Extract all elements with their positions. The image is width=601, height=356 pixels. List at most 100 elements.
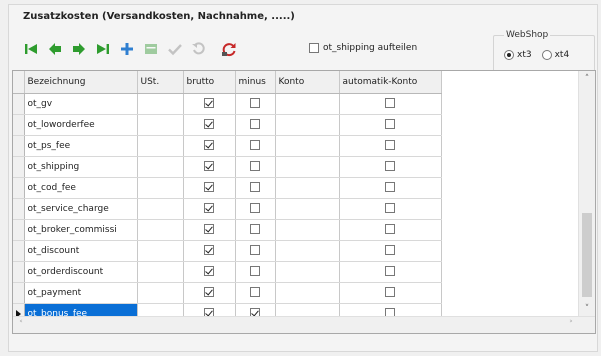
row-indicator[interactable] [13,219,25,241]
cell-bezeichnung[interactable]: ot_service_charge [24,198,138,220]
scroll-left-icon[interactable]: ˂ [13,317,29,333]
automatik-konto-checkbox[interactable] [385,140,395,151]
confirm-button[interactable] [163,37,187,61]
webshop-option-xt3[interactable]: xt3 [504,50,532,60]
table-row[interactable]: ot_payment [13,282,442,304]
column-header-minus[interactable]: minus [235,71,276,94]
refresh-button[interactable] [217,37,241,61]
radio-xt4[interactable] [541,50,552,60]
cell-ust[interactable] [137,135,184,157]
radio-xt3[interactable] [504,50,514,60]
first-record-button[interactable] [19,37,43,61]
cell-bezeichnung[interactable]: ot_gv [24,93,138,115]
cell-bezeichnung[interactable]: ot_loworderfee [24,114,138,136]
table-row[interactable]: ot_ps_fee [13,135,442,157]
brutto-checkbox[interactable] [204,245,214,256]
cell-ust[interactable] [137,93,184,115]
cell-ust[interactable] [137,156,184,178]
last-record-button[interactable] [91,37,115,61]
minus-checkbox[interactable] [250,140,260,151]
minus-checkbox[interactable] [250,245,260,256]
automatik-konto-checkbox[interactable] [385,266,395,277]
minus-checkbox[interactable] [250,224,260,235]
cell-konto[interactable] [275,282,340,304]
cell-bezeichnung[interactable]: ot_shipping [24,156,138,178]
column-header-bezeichnung[interactable]: Bezeichnung [24,71,138,94]
minus-checkbox[interactable] [250,119,260,130]
minus-checkbox[interactable] [250,98,260,109]
scroll-right-icon[interactable]: ˃ [563,317,579,333]
table-row[interactable]: ot_discount [13,240,442,262]
cell-ust[interactable] [137,240,184,262]
webshop-option-xt4[interactable]: xt4 [541,50,569,60]
table-row[interactable]: ot_loworderfee [13,114,442,136]
column-header-konto[interactable]: Konto [275,71,340,94]
costs-grid[interactable]: Bezeichnung USt. brutto minus Konto auto… [12,70,596,334]
cell-ust[interactable] [137,198,184,220]
automatik-konto-checkbox[interactable] [385,119,395,130]
cell-bezeichnung[interactable]: ot_cod_fee [24,177,138,199]
cell-bezeichnung[interactable]: ot_ps_fee [24,135,138,157]
minus-checkbox[interactable] [250,161,260,172]
cell-bezeichnung[interactable]: ot_broker_commissi [24,219,138,241]
table-row[interactable]: ot_orderdiscount [13,261,442,283]
next-record-button[interactable] [67,37,91,61]
automatik-konto-checkbox[interactable] [385,161,395,172]
row-indicator[interactable] [13,240,25,262]
prev-record-button[interactable] [43,37,67,61]
column-header-brutto[interactable]: brutto [183,71,236,94]
automatik-konto-checkbox[interactable] [385,182,395,193]
table-row[interactable]: ot_service_charge [13,198,442,220]
table-row[interactable]: ot_shipping [13,156,442,178]
minus-checkbox[interactable] [250,203,260,214]
scroll-down-icon[interactable]: ˅ [579,301,595,317]
automatik-konto-checkbox[interactable] [385,224,395,235]
row-indicator[interactable] [13,93,25,115]
cell-konto[interactable] [275,135,340,157]
cell-ust[interactable] [137,282,184,304]
row-indicator[interactable] [13,156,25,178]
cell-bezeichnung[interactable]: ot_orderdiscount [24,261,138,283]
brutto-checkbox[interactable] [204,182,214,193]
brutto-checkbox[interactable] [204,119,214,130]
row-indicator[interactable] [13,282,25,304]
cell-ust[interactable] [137,177,184,199]
column-header-ust[interactable]: USt. [137,71,184,94]
cell-konto[interactable] [275,156,340,178]
scroll-up-icon[interactable]: ˄ [579,71,595,87]
automatik-konto-checkbox[interactable] [385,287,395,298]
vertical-scrollbar[interactable]: ˄ ˅ [578,71,595,317]
delete-record-button[interactable] [139,37,163,61]
automatik-konto-checkbox[interactable] [385,245,395,256]
row-indicator[interactable] [13,114,25,136]
cell-konto[interactable] [275,219,340,241]
cell-ust[interactable] [137,219,184,241]
cell-konto[interactable] [275,240,340,262]
undo-button[interactable] [187,37,211,61]
shipping-split-option[interactable]: ot_shipping aufteilen [309,43,417,53]
brutto-checkbox[interactable] [204,140,214,151]
brutto-checkbox[interactable] [204,161,214,172]
column-header-automatik-konto[interactable]: automatik-Konto [339,71,442,94]
minus-checkbox[interactable] [250,266,260,277]
cell-konto[interactable] [275,93,340,115]
table-row[interactable]: ot_cod_fee [13,177,442,199]
brutto-checkbox[interactable] [204,98,214,109]
cell-ust[interactable] [137,114,184,136]
brutto-checkbox[interactable] [204,203,214,214]
table-row[interactable]: ot_gv [13,93,442,115]
brutto-checkbox[interactable] [204,266,214,277]
automatik-konto-checkbox[interactable] [385,98,395,109]
row-indicator[interactable] [13,135,25,157]
brutto-checkbox[interactable] [204,224,214,235]
brutto-checkbox[interactable] [204,287,214,298]
table-row[interactable]: ot_broker_commissi [13,219,442,241]
minus-checkbox[interactable] [250,287,260,298]
cell-bezeichnung[interactable]: ot_payment [24,282,138,304]
cell-ust[interactable] [137,261,184,283]
cell-konto[interactable] [275,198,340,220]
add-record-button[interactable] [115,37,139,61]
cell-konto[interactable] [275,114,340,136]
automatik-konto-checkbox[interactable] [385,203,395,214]
vertical-scroll-thumb[interactable] [582,213,592,297]
